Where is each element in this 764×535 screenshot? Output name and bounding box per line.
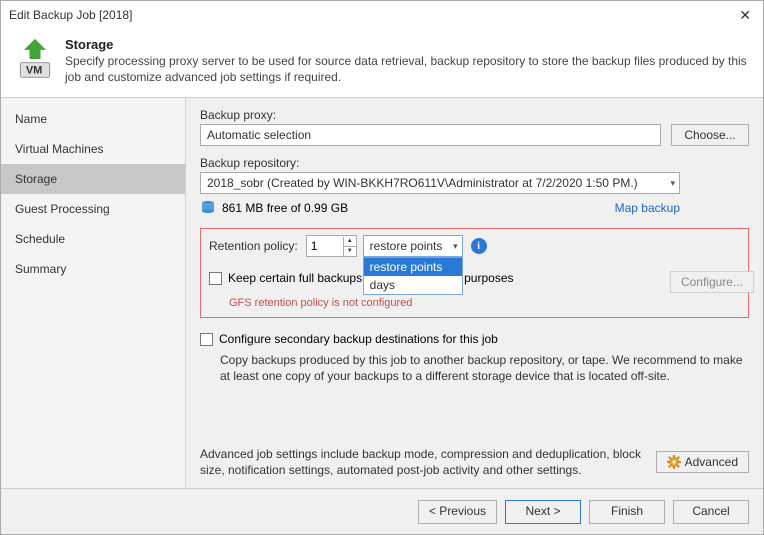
content-area: Backup proxy: Automatic selection Choose… [186,98,763,488]
chevron-down-icon: ▾ [670,178,675,189]
sidebar-item-guest-processing[interactable]: Guest Processing [1,194,185,224]
secondary-dest-checkbox[interactable] [200,333,213,346]
advanced-button-label: Advanced [685,455,738,469]
cancel-button[interactable]: Cancel [673,500,749,524]
backup-proxy-input[interactable]: Automatic selection [200,124,661,146]
next-button[interactable]: Next > [505,500,581,524]
sidebar: Name Virtual Machines Storage Guest Proc… [1,98,186,488]
window-title: Edit Backup Job [2018] [9,8,735,22]
gear-icon [667,455,681,469]
backup-repository-value: 2018_sobr (Created by WIN-BKKH7RO611V\Ad… [207,176,638,190]
advanced-button[interactable]: Advanced [656,451,749,473]
sidebar-item-virtual-machines[interactable]: Virtual Machines [1,134,185,164]
sidebar-item-name[interactable]: Name [1,104,185,134]
retention-option-days[interactable]: days [364,276,462,294]
retention-unit-value: restore points [370,239,443,253]
retention-unit-dropdown: restore points days [363,257,463,295]
retention-policy-label: Retention policy: [209,239,298,253]
header-section: VM Storage Specify processing proxy serv… [1,29,763,98]
secondary-dest-label: Configure secondary backup destinations … [219,332,498,346]
disk-icon [200,200,216,216]
keep-full-checkbox[interactable] [209,272,222,285]
sidebar-item-summary[interactable]: Summary [1,254,185,284]
secondary-dest-description: Copy backups produced by this job to ano… [220,352,749,384]
header-text: Storage Specify processing proxy server … [65,37,751,85]
sidebar-item-schedule[interactable]: Schedule [1,224,185,254]
map-backup-link[interactable]: Map backup [615,201,680,215]
body: Name Virtual Machines Storage Guest Proc… [1,98,763,488]
retention-value-spinner[interactable]: ▲ ▼ [306,235,357,257]
retention-option-restore-points[interactable]: restore points [364,258,462,276]
previous-button[interactable]: < Previous [418,500,497,524]
free-space-label: 861 MB free of 0.99 GB [222,201,348,215]
configure-button: Configure... [670,271,754,293]
finish-button[interactable]: Finish [589,500,665,524]
header-description: Specify processing proxy server to be us… [65,54,751,85]
header-title: Storage [65,37,751,52]
close-icon[interactable]: ✕ [735,7,755,24]
retention-highlight-box: Retention policy: ▲ ▼ restore points ▾ [200,228,749,318]
info-icon[interactable]: i [471,238,487,254]
backup-repository-combo[interactable]: 2018_sobr (Created by WIN-BKKH7RO611V\Ad… [200,172,680,194]
svg-text:VM: VM [26,65,43,77]
gfs-warning-label: GFS retention policy is not configured [229,297,740,309]
retention-value-input[interactable] [307,236,343,256]
backup-proxy-label: Backup proxy: [200,108,749,122]
sidebar-item-storage[interactable]: Storage [1,164,185,194]
retention-unit-combo[interactable]: restore points ▾ restore points days [363,235,463,257]
footer: < Previous Next > Finish Cancel [1,488,763,534]
choose-button[interactable]: Choose... [671,124,749,146]
titlebar: Edit Backup Job [2018] ✕ [1,1,763,29]
backup-repository-label: Backup repository: [200,156,749,170]
spinner-up-icon[interactable]: ▲ [344,237,356,247]
advanced-description: Advanced job settings include backup mod… [200,446,656,478]
storage-icon: VM [13,37,57,81]
dialog-window: Edit Backup Job [2018] ✕ VM Storage Spec… [0,0,764,535]
chevron-down-icon: ▾ [453,241,458,252]
spinner-down-icon[interactable]: ▼ [344,247,356,256]
